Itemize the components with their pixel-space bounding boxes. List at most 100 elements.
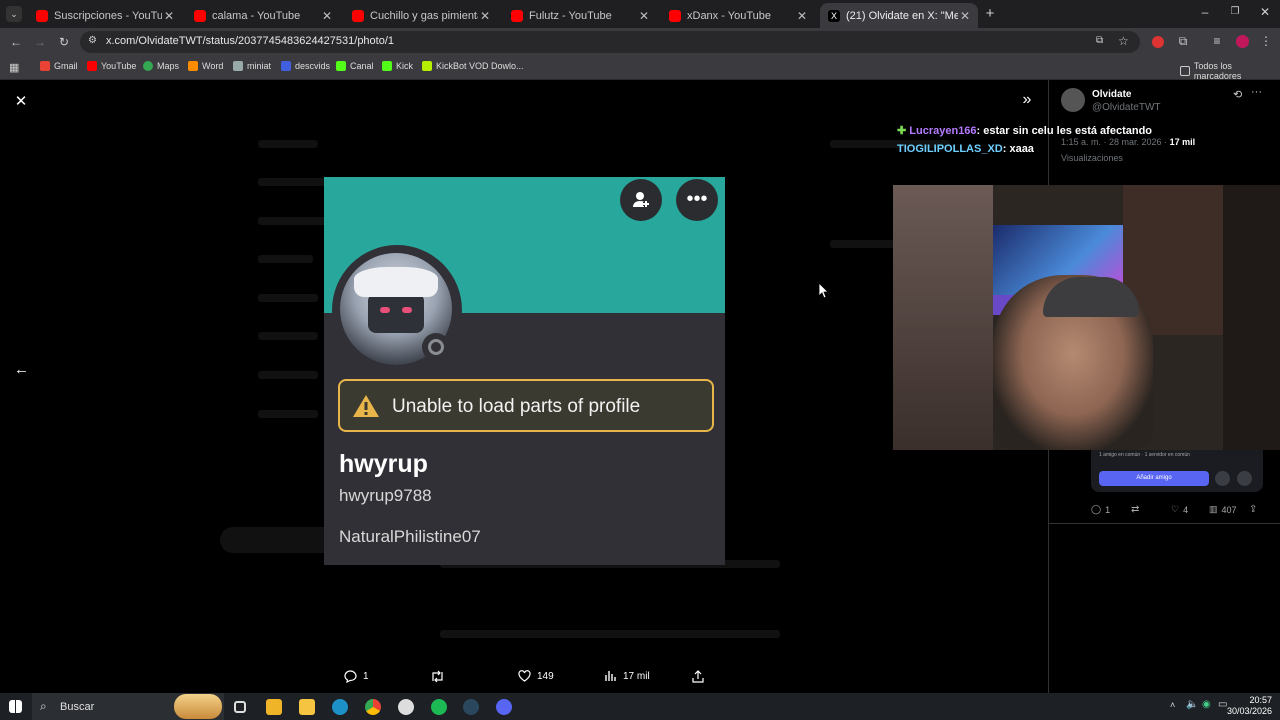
view-count[interactable]: ▥ 407 [1209, 504, 1237, 515]
kick-icon [336, 61, 346, 71]
bookmark-descvids[interactable]: descvids [281, 61, 330, 71]
heart-icon: ♡ [1171, 504, 1180, 514]
mutual-text: 1 amigo en común · 1 servidor en común [1099, 452, 1190, 458]
reply-button[interactable]: 1 [344, 670, 369, 683]
author-handle[interactable]: @OlvidateTWT [1092, 102, 1161, 113]
edge-icon[interactable] [332, 699, 348, 715]
tab-1[interactable]: calama - YouTube ✕ [186, 3, 340, 28]
install-icon[interactable]: ⧉ [1096, 35, 1103, 46]
repost-button[interactable] [430, 670, 451, 683]
stream-chat-overlay: ✚ Lucrayen166: estar sin celu les está a… [897, 124, 1217, 161]
youtube-icon [194, 9, 206, 22]
tab-strip: ⌄ Suscripciones - YouTube✕ calama - YouT… [0, 0, 1280, 28]
tab-4[interactable]: xDanx - YouTube ✕ [661, 3, 815, 28]
steam-icon[interactable] [463, 699, 479, 715]
bookmark-star-icon[interactable]: ☆ [1118, 34, 1129, 48]
tab-search-icon[interactable]: ⌄ [6, 6, 22, 22]
bookmark-miniat[interactable]: miniat [233, 61, 271, 71]
tray-chevron-icon[interactable]: ˄ [1170, 700, 1175, 710]
taskbar-clock[interactable]: 20:57 30/03/2026 [1227, 695, 1272, 717]
bookmark-maps[interactable]: Maps [143, 61, 179, 71]
close-icon[interactable]: ✕ [14, 92, 28, 110]
background-row [258, 294, 318, 302]
close-icon[interactable]: ✕ [162, 9, 176, 23]
site-info-icon[interactable]: ⚙ [88, 35, 97, 46]
like-button[interactable]: 149 [518, 670, 554, 682]
discord-icon[interactable] [496, 699, 512, 715]
add-friend-button[interactable]: Añadir amigo [1099, 471, 1209, 486]
task-view-icon[interactable] [234, 701, 246, 713]
profile-avatar[interactable] [1236, 35, 1249, 48]
more-options-icon[interactable]: ••• [676, 179, 718, 221]
bookmark-canal[interactable]: Canal [336, 61, 374, 71]
bookmark-all-folder[interactable]: Todos los marcadores [1180, 61, 1280, 81]
tray-network-icon[interactable]: ◉ [1202, 699, 1211, 710]
bookmark-word[interactable]: Word [188, 61, 223, 71]
forward-icon[interactable]: → [32, 35, 48, 49]
address-bar[interactable]: ⚙ x.com/OlvidateTWT/status/2037745483624… [80, 31, 1140, 53]
chat-message: TIOGILIPOLLAS_XD: xaaa [897, 143, 1034, 155]
maps-icon [143, 61, 153, 71]
share-icon [692, 670, 704, 683]
bookmark-kick[interactable]: Kick [382, 61, 413, 71]
folder-icon [1180, 66, 1190, 76]
menu-icon[interactable]: ⋮ [1260, 34, 1272, 48]
back-icon[interactable]: ← [8, 35, 24, 49]
store-icon[interactable] [266, 699, 282, 715]
reply-count[interactable]: ◯ 1 [1091, 504, 1110, 515]
share-button[interactable]: ⇪ [1249, 504, 1257, 515]
call-icon[interactable] [1237, 471, 1252, 486]
tab-0[interactable]: Suscripciones - YouTube✕ [28, 3, 182, 28]
extensions-icon[interactable]: ⧉ [1176, 34, 1190, 49]
spotify-icon[interactable] [431, 699, 447, 715]
bookmarks-bar: ▦ Gmail YouTube Maps Word miniat descvid… [0, 56, 1280, 81]
gmail-icon [40, 61, 50, 71]
apps-icon[interactable]: ▦ [9, 61, 19, 74]
bookmark-kickbot[interactable]: KickBot VOD Dowlo... [422, 61, 524, 71]
reply-image-card[interactable]: 1 amigo en común · 1 servidor en común A… [1091, 450, 1263, 492]
file-explorer-icon[interactable] [299, 699, 315, 715]
repost-icon: ⇄ [1131, 504, 1140, 515]
author-avatar[interactable] [1061, 88, 1085, 112]
background-row [258, 140, 318, 148]
bookmark-youtube[interactable]: YouTube [87, 61, 136, 71]
record-icon[interactable] [1152, 36, 1164, 48]
username: hwyrup9788 [339, 486, 432, 505]
youtube-icon [669, 9, 681, 22]
bookmark-gmail[interactable]: Gmail [40, 61, 78, 71]
views-button[interactable]: 17 mil [605, 670, 650, 682]
kickbot-icon [422, 61, 432, 71]
message-icon[interactable] [1215, 471, 1230, 486]
new-tab-icon[interactable]: + [983, 5, 997, 22]
expand-panel-icon[interactable]: » [1019, 91, 1035, 109]
close-icon[interactable]: ✕ [637, 9, 651, 23]
media-icon[interactable]: ≡ [1210, 34, 1224, 48]
tab-2[interactable]: Cuchillo y gas pimienta: nuevo✕ [344, 3, 498, 28]
warning-banner: Unable to load parts of profile [338, 379, 714, 432]
close-icon[interactable]: ✕ [958, 9, 972, 23]
post-menu-icon[interactable]: ··· [1251, 86, 1262, 98]
tab-3[interactable]: Fulutz - YouTube ✕ [503, 3, 657, 28]
author-name[interactable]: Olvidate [1092, 89, 1131, 100]
close-icon[interactable]: ✕ [795, 9, 809, 23]
webcam-overlay [893, 185, 1280, 450]
chrome-icon[interactable] [365, 699, 381, 715]
profile-popup-image[interactable]: ••• Unable to load parts of profile hwyr… [324, 177, 725, 565]
grok-icon[interactable]: ⟲ [1233, 88, 1242, 101]
tray-volume-icon[interactable]: 🔈 [1186, 699, 1198, 710]
like-count[interactable]: ♡ 4 [1171, 504, 1188, 515]
reload-icon[interactable]: ↻ [56, 35, 72, 49]
close-window-icon[interactable]: ✕ [1258, 5, 1272, 19]
add-friend-icon[interactable] [620, 179, 662, 221]
repost-button[interactable]: ⇄ [1131, 504, 1139, 515]
tab-5[interactable]: X(21) Olvidate en X: "Me siento✕ [820, 3, 978, 28]
close-icon[interactable]: ✕ [320, 9, 334, 23]
share-button[interactable] [692, 670, 710, 683]
minimize-icon[interactable]: – [1198, 5, 1212, 19]
restore-icon[interactable]: ❐ [1228, 6, 1242, 17]
taskbar-search[interactable]: ⌕ Buscar [32, 693, 224, 720]
github-icon[interactable] [398, 699, 414, 715]
windows-start-icon[interactable] [9, 700, 22, 713]
close-icon[interactable]: ✕ [478, 9, 492, 23]
prev-arrow-icon[interactable]: ← [14, 361, 29, 378]
